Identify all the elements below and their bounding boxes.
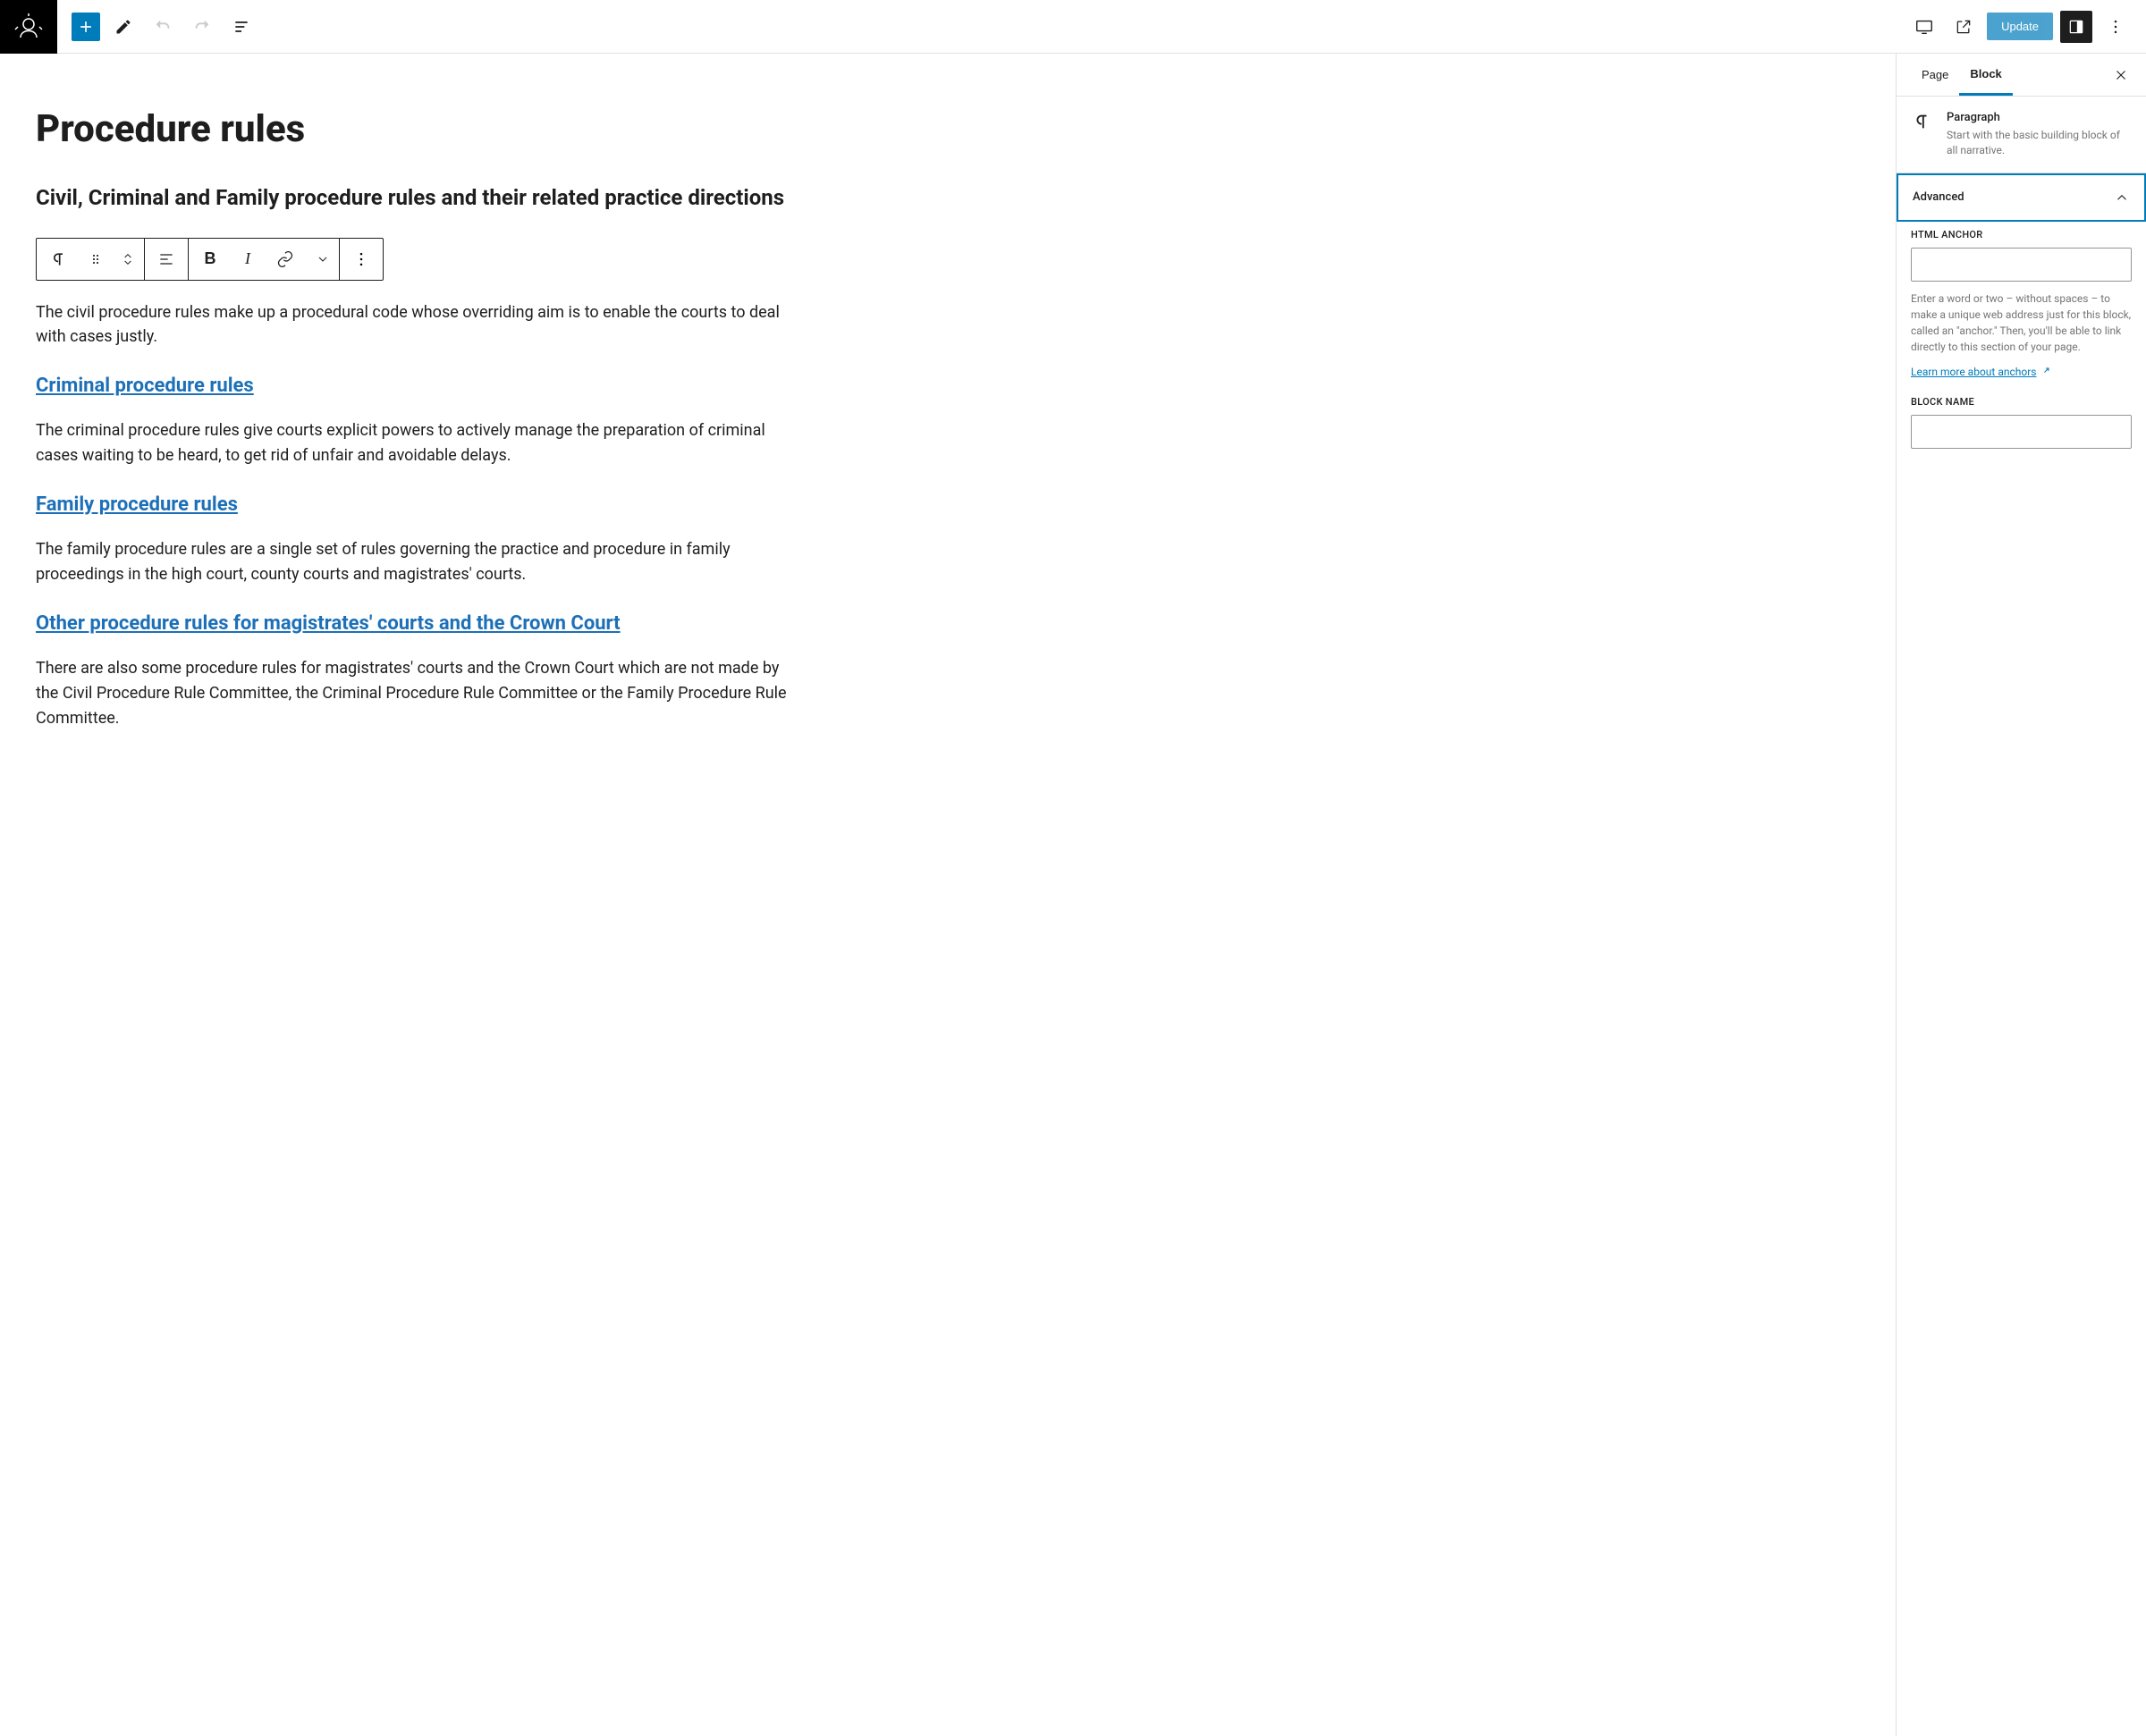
drag-icon xyxy=(89,252,103,266)
settings-sidebar: Page Block Paragraph Start with the basi… xyxy=(1896,54,2146,1736)
tab-page[interactable]: Page xyxy=(1911,55,1959,94)
heading-link[interactable]: Criminal procedure rules xyxy=(36,375,254,397)
block-type-button[interactable] xyxy=(37,239,80,280)
tab-block[interactable]: Block xyxy=(1959,55,2012,96)
link-button[interactable] xyxy=(264,239,307,280)
heading-block[interactable]: Other procedure rules for magistrates' c… xyxy=(36,612,1860,635)
paragraph-icon xyxy=(49,250,67,268)
add-block-button[interactable] xyxy=(72,13,100,41)
heading-link[interactable]: Other procedure rules for magistrates' c… xyxy=(36,612,621,635)
close-sidebar-button[interactable] xyxy=(2110,64,2132,86)
options-button[interactable] xyxy=(2100,11,2132,43)
site-logo[interactable] xyxy=(0,0,57,54)
italic-button[interactable]: I xyxy=(232,239,264,280)
link-icon xyxy=(276,250,294,268)
block-options-button[interactable] xyxy=(340,239,383,280)
html-anchor-input[interactable] xyxy=(1911,248,2132,282)
redo-button[interactable] xyxy=(186,11,218,43)
redo-icon xyxy=(192,17,212,37)
plus-icon xyxy=(77,18,95,36)
page-title[interactable]: Procedure rules xyxy=(36,107,1860,152)
more-formatting-button[interactable] xyxy=(307,239,339,280)
panel-advanced-toggle[interactable]: Advanced xyxy=(1897,173,2146,222)
document-overview-button[interactable] xyxy=(225,11,258,43)
block-name-input[interactable] xyxy=(1911,415,2132,449)
html-anchor-help: Enter a word or two – without spaces – t… xyxy=(1911,291,2132,355)
paragraph-block[interactable]: The civil procedure rules make up a proc… xyxy=(36,300,805,350)
edit-mode-button[interactable] xyxy=(107,11,139,43)
paragraph-icon xyxy=(1911,111,1932,132)
align-left-icon xyxy=(157,250,175,268)
block-toolbar: B I xyxy=(36,238,384,281)
editor-canvas[interactable]: Procedure rules Civil, Criminal and Fami… xyxy=(0,54,1896,1736)
update-button[interactable]: Update xyxy=(1987,13,2053,40)
close-icon xyxy=(2113,67,2129,83)
desktop-icon xyxy=(1914,17,1934,37)
bold-button[interactable]: B xyxy=(189,239,232,280)
chevron-down-icon xyxy=(316,252,330,266)
undo-button[interactable] xyxy=(147,11,179,43)
undo-icon xyxy=(153,17,173,37)
bold-icon: B xyxy=(205,249,216,268)
pencil-icon xyxy=(114,18,132,36)
move-button[interactable] xyxy=(112,239,144,280)
view-button[interactable] xyxy=(1908,11,1940,43)
align-button[interactable] xyxy=(145,239,188,280)
sidebar-icon xyxy=(2067,18,2085,36)
list-view-icon xyxy=(232,18,250,36)
panel-title: Advanced xyxy=(1913,190,1964,204)
heading-link[interactable]: Family procedure rules xyxy=(36,493,238,516)
block-info: Paragraph Start with the basic building … xyxy=(1897,97,2146,173)
paragraph-block[interactable]: The family procedure rules are a single … xyxy=(36,537,805,587)
block-type-description: Start with the basic building block of a… xyxy=(1947,128,2132,158)
crest-icon xyxy=(13,11,45,43)
external-link-icon xyxy=(2040,367,2050,377)
more-vertical-icon xyxy=(2107,18,2125,36)
block-name-label: BLOCK NAME xyxy=(1911,396,2132,408)
html-anchor-label: HTML ANCHOR xyxy=(1911,229,2132,240)
learn-more-anchors-link[interactable]: Learn more about anchors xyxy=(1911,366,2050,378)
chevron-up-icon xyxy=(2114,190,2130,206)
italic-icon: I xyxy=(245,249,250,268)
page-subtitle[interactable]: Civil, Criminal and Family procedure rul… xyxy=(36,184,1860,212)
preview-button[interactable] xyxy=(1947,11,1980,43)
heading-block[interactable]: Criminal procedure rules xyxy=(36,375,1860,397)
top-toolbar: Update xyxy=(0,0,2146,54)
paragraph-block[interactable]: The criminal procedure rules give courts… xyxy=(36,418,805,468)
up-down-icon xyxy=(121,249,135,269)
more-vertical-icon xyxy=(352,250,370,268)
heading-block[interactable]: Family procedure rules xyxy=(36,493,1860,516)
paragraph-block[interactable]: There are also some procedure rules for … xyxy=(36,656,805,731)
drag-handle[interactable] xyxy=(80,239,112,280)
external-link-icon xyxy=(1955,18,1973,36)
block-type-name: Paragraph xyxy=(1947,111,2132,124)
settings-toggle-button[interactable] xyxy=(2060,11,2092,43)
